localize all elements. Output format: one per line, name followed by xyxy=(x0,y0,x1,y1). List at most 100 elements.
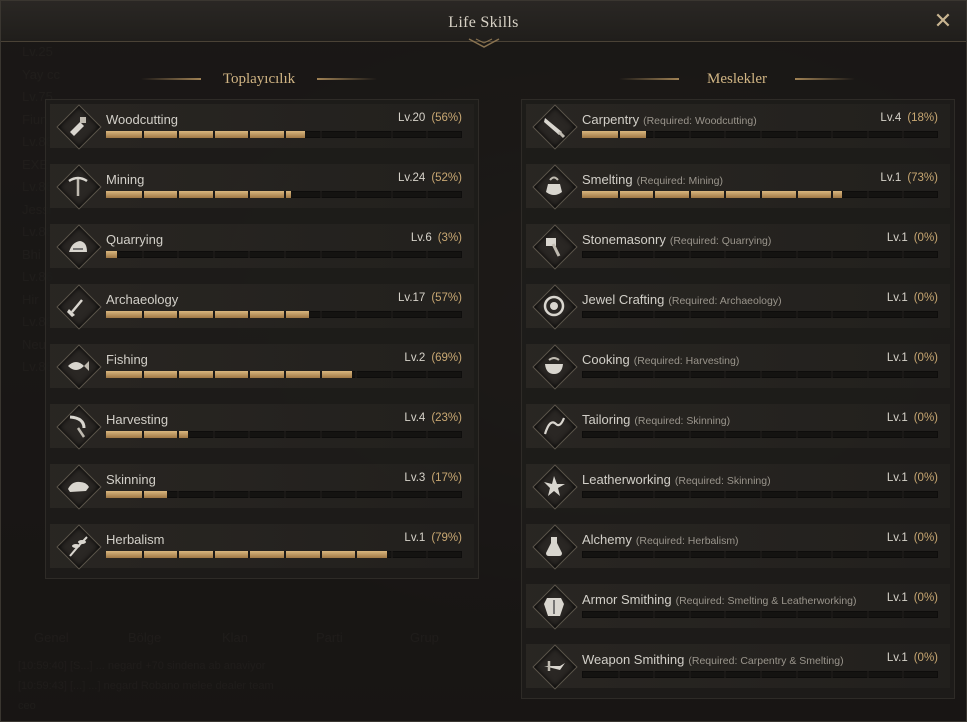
progress-segment-divider xyxy=(320,551,322,558)
progress-segment-divider xyxy=(142,551,144,558)
progress-segment-divider xyxy=(902,251,904,258)
progress-segment-divider xyxy=(796,251,798,258)
progress-segment-divider xyxy=(796,551,798,558)
skill-row[interactable]: Fishing Lv.2 (69%) xyxy=(46,340,478,392)
skill-row[interactable]: Skinning Lv.3 (17%) xyxy=(46,460,478,512)
progress-segment-divider xyxy=(760,491,762,498)
skill-name-text: Skinning xyxy=(106,472,156,487)
skill-progress-fill xyxy=(106,251,117,258)
skill-progress-fill xyxy=(106,311,309,318)
skill-requirement: (Required: Harvesting) xyxy=(633,355,740,367)
progress-segment-divider xyxy=(902,551,904,558)
skill-row[interactable]: Carpentry (Required: Woodcutting) Lv.4 (18%… xyxy=(522,100,954,152)
skill-row[interactable]: Mining Lv.24 (52%) xyxy=(46,160,478,212)
carpentry-icon xyxy=(544,118,566,139)
skill-level-value: Lv.1 xyxy=(886,352,908,364)
skill-level-value: Lv.1 xyxy=(886,292,908,304)
gathering-section-title: Toplayıcılık xyxy=(222,71,296,87)
progress-segment-divider xyxy=(760,611,762,618)
progress-segment-divider xyxy=(177,551,179,558)
progress-segment-divider xyxy=(618,491,620,498)
progress-segment-divider xyxy=(213,251,215,258)
close-icon[interactable]: ✕ xyxy=(932,11,954,33)
skill-progress-bar xyxy=(582,251,938,258)
progress-segment-divider xyxy=(177,131,179,138)
progress-segment-divider xyxy=(618,431,620,438)
progress-segment-divider xyxy=(618,311,620,318)
skill-row[interactable]: Alchemy (Required: Herbalism) Lv.1 (0%) xyxy=(522,520,954,572)
skill-percent: (0%) xyxy=(913,352,938,364)
skill-requirement: (Required: Smelting & Leatherworking) xyxy=(675,595,857,607)
skill-requirement: (Required: Archaeology) xyxy=(668,295,782,307)
skill-row[interactable]: Weapon Smithing (Required: Carpentry & Sm… xyxy=(522,640,954,692)
progress-segment-divider xyxy=(426,491,428,498)
skill-name: Cooking (Required: Harvesting) xyxy=(582,352,739,367)
mining-icon xyxy=(68,176,88,196)
progress-segment-divider xyxy=(867,431,869,438)
skill-progress-bar xyxy=(582,671,938,678)
skill-row[interactable]: Herbalism Lv.1 (79%) xyxy=(46,520,478,572)
skill-row[interactable]: Quarrying Lv.6 (3%) xyxy=(46,220,478,272)
skill-progress-bar xyxy=(106,491,462,498)
skill-row[interactable]: Armor Smithing (Required: Smelting & Leat… xyxy=(522,580,954,632)
progress-segment-divider xyxy=(724,491,726,498)
progress-segment-divider xyxy=(902,311,904,318)
skill-row[interactable]: Jewel Crafting (Required: Archaeology) Lv.… xyxy=(522,280,954,332)
progress-segment-divider xyxy=(177,251,179,258)
skill-row[interactable]: Archaeology Lv.17 (57%) xyxy=(46,280,478,332)
progress-segment-divider xyxy=(426,371,428,378)
progress-segment-divider xyxy=(724,551,726,558)
skill-icon-frame xyxy=(56,104,102,150)
skill-icon-frame xyxy=(532,224,578,270)
skill-row[interactable]: Tailoring (Required: Skinning) Lv.1 (0%) xyxy=(522,400,954,452)
skill-row[interactable]: Leatherworking (Required: Skinning) Lv.1 (0… xyxy=(522,460,954,512)
skill-name-text: Herbalism xyxy=(106,532,165,547)
skill-icon-frame xyxy=(532,404,578,450)
skill-row[interactable]: Stonemasonry (Required: Quarrying) Lv.1 (0%… xyxy=(522,220,954,272)
progress-segment-divider xyxy=(689,611,691,618)
progress-segment-divider xyxy=(831,431,833,438)
skill-icon-frame xyxy=(56,464,102,510)
title-bar[interactable]: Life Skills ✕ xyxy=(1,1,966,42)
skill-row[interactable]: Smelting (Required: Mining) Lv.1 (73%) xyxy=(522,160,954,212)
skill-name-text: Leatherworking xyxy=(582,472,671,487)
skill-level: Lv.1 (0%) xyxy=(887,532,938,544)
skill-level-value: Lv.1 xyxy=(886,412,908,424)
skill-name-text: Harvesting xyxy=(106,412,169,427)
skill-percent: (0%) xyxy=(913,292,938,304)
life-skills-window: Life Skills ✕ Toplayıcılık Woodcutting Lv… xyxy=(0,0,967,722)
progress-segment-divider xyxy=(142,431,144,438)
progress-segment-divider xyxy=(831,671,833,678)
skill-icon-frame xyxy=(56,284,102,330)
skill-percent: (0%) xyxy=(913,472,938,484)
skill-name: Weapon Smithing (Required: Carpentry & Sm… xyxy=(582,652,844,667)
progress-segment-divider xyxy=(426,431,428,438)
skill-percent: (23%) xyxy=(431,412,462,424)
progress-segment-divider xyxy=(689,131,691,138)
skill-progress-bar xyxy=(582,191,938,198)
skill-progress-fill xyxy=(106,131,305,138)
skill-icon-frame xyxy=(532,284,578,330)
progress-segment-divider xyxy=(689,251,691,258)
progress-segment-divider xyxy=(902,371,904,378)
progress-segment-divider xyxy=(653,431,655,438)
progress-segment-divider xyxy=(760,251,762,258)
progress-segment-divider xyxy=(284,251,286,258)
skill-percent: (0%) xyxy=(913,652,938,664)
skill-level: Lv.1 (0%) xyxy=(887,232,938,244)
skill-percent: (18%) xyxy=(907,112,938,124)
skill-icon-frame xyxy=(532,344,578,390)
progress-segment-divider xyxy=(689,311,691,318)
progress-segment-divider xyxy=(760,131,762,138)
skill-row[interactable]: Woodcutting Lv.20 (56%) xyxy=(46,100,478,152)
progress-segment-divider xyxy=(213,371,215,378)
progress-segment-divider xyxy=(902,491,904,498)
progress-segment-divider xyxy=(248,131,250,138)
skill-name-text: Carpentry xyxy=(582,112,640,127)
progress-segment-divider xyxy=(142,251,144,258)
progress-segment-divider xyxy=(355,311,357,318)
progress-segment-divider xyxy=(426,251,428,258)
skill-row[interactable]: Cooking (Required: Harvesting) Lv.1 (0%) xyxy=(522,340,954,392)
skill-name: Alchemy (Required: Herbalism) xyxy=(582,532,739,547)
skill-row[interactable]: Harvesting Lv.4 (23%) xyxy=(46,400,478,452)
